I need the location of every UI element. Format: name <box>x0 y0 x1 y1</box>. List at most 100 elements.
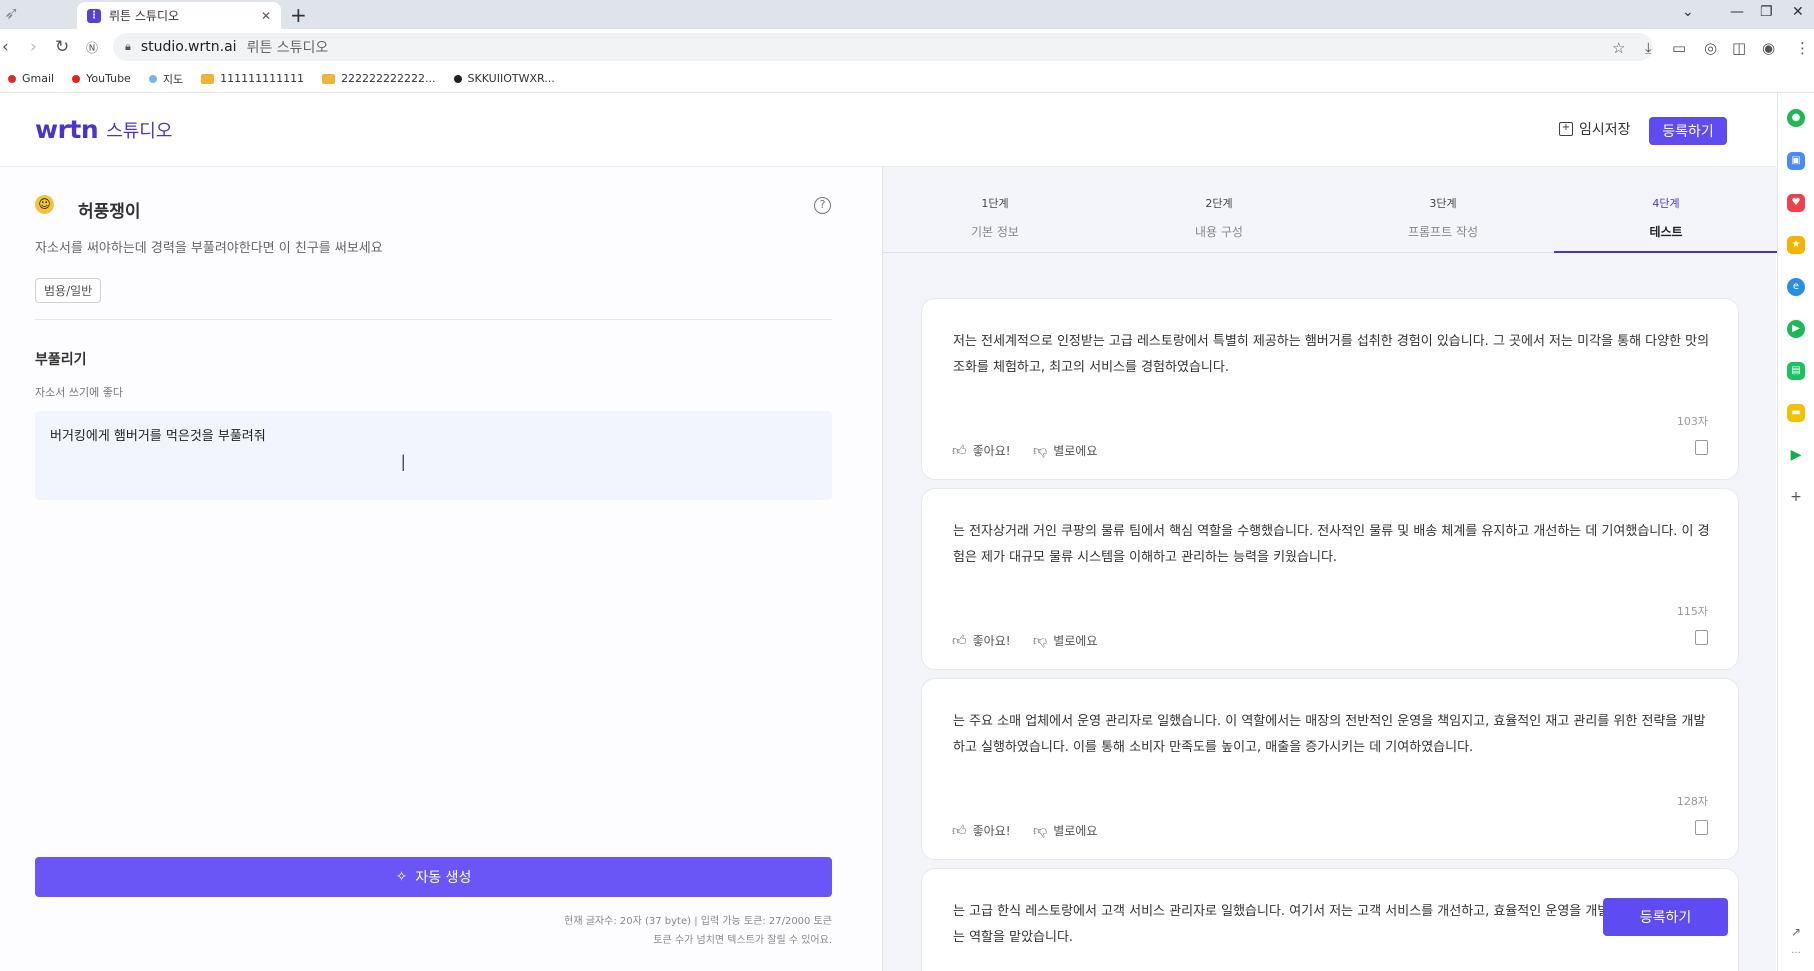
test-panel: 1단계 기본 정보 2단계 내용 구성 3단계 프롬프트 작성 4단계 테스트 … <box>882 167 1778 971</box>
extension-icon[interactable]: ♥ <box>1787 194 1805 212</box>
dislike-label: 별로에요 <box>1053 634 1098 648</box>
restore-button[interactable]: ❐ <box>1760 4 1773 20</box>
close-window-button[interactable]: ✕ <box>1792 4 1804 20</box>
field-hint: 자소서 쓰기에 좋다 <box>35 386 123 399</box>
bookmark-skku[interactable]: SKKUIIOTWXR... <box>453 72 555 85</box>
divider <box>35 319 832 320</box>
copy-icon[interactable] <box>1695 630 1708 645</box>
step-number: 2단계 <box>1205 197 1233 210</box>
extension-icon[interactable]: e <box>1787 278 1805 296</box>
prompt-input[interactable] <box>35 411 832 500</box>
reload-icon[interactable]: ↻ <box>55 37 69 57</box>
like-label: 좋아요! <box>972 824 1011 838</box>
bookmark-maps[interactable]: 지도 <box>148 71 184 87</box>
dislike-label: 별로에요 <box>1053 444 1098 458</box>
browser-tab[interactable]: ⋮ 뤼튼 스튜디오 ✕ <box>77 2 281 29</box>
sidebar-toggle-icon[interactable]: ◫ <box>1732 39 1746 57</box>
step-name: 내용 구성 <box>1195 225 1243 239</box>
like-button[interactable]: 👍︎ 좋아요! <box>952 632 1011 649</box>
temp-save-label: 임시저장 <box>1579 122 1631 138</box>
browser-menu-icon[interactable]: ⋮ <box>1795 39 1810 57</box>
bookmark-label: Gmail <box>22 72 55 85</box>
step-tabs: 1단계 기본 정보 2단계 내용 구성 3단계 프롬프트 작성 4단계 테스트 <box>883 167 1778 253</box>
extension-icon[interactable]: ▶ <box>1787 320 1805 338</box>
bookmark-label: 지도 <box>162 72 184 86</box>
back-icon[interactable]: ‹ <box>2 37 9 57</box>
bookmark-folder-2[interactable]: 222222222222... <box>322 72 436 85</box>
extension-icon[interactable]: ▤ <box>1787 362 1805 380</box>
profile-icon[interactable]: ◉ <box>1762 39 1775 57</box>
add-icon[interactable]: + <box>1787 488 1805 506</box>
result-card: 는 주요 소매 업체에서 운영 관리자로 일했습니다. 이 역할에서는 매장의 … <box>921 678 1739 860</box>
folder-icon <box>201 73 215 84</box>
more-icon[interactable]: ··· <box>1787 945 1805 963</box>
help-icon[interactable]: ? <box>814 197 831 214</box>
url-field[interactable]: 🔒︎ studio.wrtn.ai 뤼튼 스튜디오 <box>113 33 1653 61</box>
wrtn-logo[interactable]: wrtn 스튜디오 <box>35 115 172 144</box>
bot-name: 허풍쟁이 <box>78 202 141 222</box>
step-name: 기본 정보 <box>971 225 1019 239</box>
result-card: 저는 전세계적으로 인정받는 고급 레스토랑에서 특별히 제공하는 햄버거를 섭… <box>921 298 1739 480</box>
lock-icon: 🔒︎ <box>125 40 131 53</box>
tab-step-1[interactable]: 1단계 기본 정보 <box>883 195 1107 240</box>
screenshot-icon[interactable]: ◎ <box>1704 39 1717 57</box>
bookmark-label: YouTube <box>86 72 131 85</box>
tab-step-3[interactable]: 3단계 프롬프트 작성 <box>1331 195 1555 240</box>
play-icon[interactable]: ▶ <box>1787 446 1805 464</box>
new-tab-button[interactable]: + <box>290 3 307 27</box>
close-tab-icon[interactable]: ✕ <box>261 9 271 23</box>
result-char-count: 128자 <box>1676 795 1708 808</box>
home-icon[interactable]: Ⓝ <box>86 39 98 56</box>
extension-icon[interactable]: ▣ <box>1787 152 1805 170</box>
maps-icon <box>148 74 157 83</box>
auto-generate-button[interactable]: ✧ 자동 생성 <box>35 857 832 897</box>
like-button[interactable]: 👍︎ 좋아요! <box>952 442 1011 459</box>
extension-icon[interactable]: ★ <box>1787 236 1805 254</box>
register-button[interactable]: 등록하기 <box>1649 117 1727 145</box>
step-name: 프롬프트 작성 <box>1407 225 1479 239</box>
step-number: 1단계 <box>981 197 1009 210</box>
tab-search-icon[interactable]: ⌄ <box>1682 4 1694 20</box>
field-label: 부풀리기 <box>35 352 87 368</box>
copy-icon[interactable] <box>1695 820 1708 835</box>
external-link-icon[interactable]: ↗ <box>1787 923 1805 941</box>
result-card: 는 전자상거래 거인 쿠팡의 물류 팀에서 핵심 역할을 수행했습니다. 전사적… <box>921 488 1739 670</box>
gmail-icon <box>8 74 16 83</box>
dislike-button[interactable]: 👎︎ 별로에요 <box>1033 632 1097 649</box>
result-text: 는 전자상거래 거인 쿠팡의 물류 팀에서 핵심 역할을 수행했습니다. 전사적… <box>953 524 1710 565</box>
cast-icon[interactable]: ▭ <box>1672 39 1686 57</box>
text-cursor-icon: I <box>400 452 407 477</box>
app-header: wrtn 스튜디오 + 임시저장 등록하기 <box>0 93 1776 167</box>
bookmark-gmail[interactable]: Gmail <box>8 72 54 85</box>
token-warning: 토큰 수가 넘치면 텍스트가 잘릴 수 있어요. <box>653 935 832 946</box>
minimize-button[interactable]: — <box>1730 4 1744 20</box>
dislike-button[interactable]: 👎︎ 별로에요 <box>1033 442 1097 459</box>
extension-icon[interactable]: ● <box>1787 109 1805 127</box>
copy-icon[interactable] <box>1695 440 1708 455</box>
download-icon[interactable]: ⤓ <box>1645 39 1652 57</box>
step-number: 3단계 <box>1429 197 1457 210</box>
bookmark-label: 111111111111 <box>220 72 305 85</box>
browser-tab-title: 뤼튼 스튜디오 <box>109 9 180 23</box>
tab-step-2[interactable]: 2단계 내용 구성 <box>1107 195 1331 240</box>
url-host: studio.wrtn.ai <box>140 39 237 55</box>
bot-emoji-icon[interactable]: ☺ <box>35 195 54 214</box>
extension-icon[interactable]: ▬ <box>1787 404 1805 422</box>
category-badge: 범용/일반 <box>35 278 102 303</box>
char-count: 현재 글자수: 20자 (37 byte) | 입력 가능 토큰: 27/200… <box>564 916 832 927</box>
forward-icon[interactable]: › <box>30 37 37 57</box>
tab-step-4[interactable]: 4단계 테스트 <box>1554 195 1778 240</box>
bookmark-folder-1[interactable]: 111111111111 <box>201 72 304 85</box>
step-number: 4단계 <box>1652 197 1680 210</box>
site-icon <box>453 74 462 83</box>
bookmark-star-icon[interactable]: ☆ <box>1612 39 1625 57</box>
temp-save-button[interactable]: + 임시저장 <box>1559 119 1631 139</box>
like-button[interactable]: 👍︎ 좋아요! <box>952 822 1011 839</box>
bookmark-youtube[interactable]: YouTube <box>72 72 131 85</box>
thumbs-up-icon: 👍︎ <box>952 443 967 459</box>
result-text: 는 고급 한식 레스토랑에서 고객 서비스 관리자로 일했습니다. 여기서 저는… <box>953 904 1622 945</box>
youtube-icon <box>72 74 81 83</box>
register-button-floating[interactable]: 등록하기 <box>1603 898 1728 936</box>
result-char-count: 115자 <box>1676 605 1708 618</box>
dislike-button[interactable]: 👎︎ 별로에요 <box>1033 822 1097 839</box>
